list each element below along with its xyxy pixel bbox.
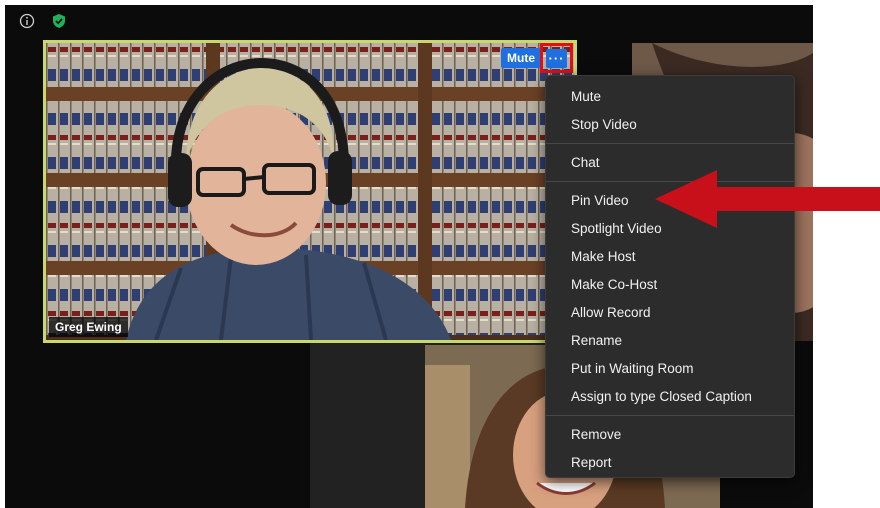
active-speaker-video-tile[interactable]: Greg Ewing Mute — [43, 40, 577, 343]
mute-participant-button[interactable]: Mute — [501, 48, 541, 68]
info-icon[interactable] — [15, 9, 39, 33]
menu-item-put-in-waiting-room[interactable]: Put in Waiting Room — [546, 355, 794, 383]
zoom-meeting-window: Greg Ewing Mute ··· Mute Stop Video Chat — [5, 5, 813, 508]
participant-options-menu: Mute Stop Video Chat Pin Video Spotlight… — [545, 75, 795, 478]
menu-item-mute[interactable]: Mute — [546, 83, 794, 111]
menu-item-allow-record[interactable]: Allow Record — [546, 299, 794, 327]
more-options-button[interactable]: ··· — [546, 48, 567, 68]
menu-item-stop-video[interactable]: Stop Video — [546, 111, 794, 139]
menu-item-make-host[interactable]: Make Host — [546, 243, 794, 271]
menu-item-remove[interactable]: Remove — [546, 421, 794, 449]
menu-item-rename[interactable]: Rename — [546, 327, 794, 355]
menu-item-report[interactable]: Report — [546, 449, 794, 477]
shield-check-icon[interactable] — [47, 9, 71, 33]
more-options-highlight: ··· — [540, 43, 573, 73]
bookshelf-background-image — [46, 43, 574, 340]
red-callout-arrow-icon — [655, 170, 880, 228]
menu-item-make-co-host[interactable]: Make Co-Host — [546, 271, 794, 299]
participant-name-tag: Greg Ewing — [49, 317, 128, 337]
menu-item-assign-closed-caption[interactable]: Assign to type Closed Caption — [546, 383, 794, 411]
menu-divider — [546, 143, 794, 144]
meeting-indicators — [15, 9, 71, 33]
menu-divider — [546, 415, 794, 416]
